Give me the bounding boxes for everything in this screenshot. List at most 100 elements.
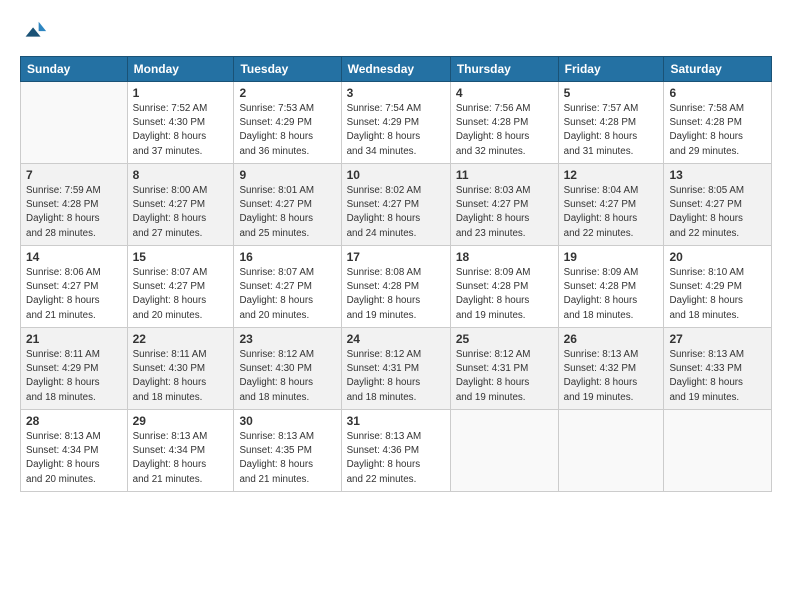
week-row-3: 21 Sunrise: 8:11 AMSunset: 4:29 PMDayligh… [21,328,772,410]
day-number: 27 [669,332,766,346]
day-cell: 7 Sunrise: 7:59 AMSunset: 4:28 PMDaylight… [21,164,128,246]
day-number: 29 [133,414,229,428]
col-header-saturday: Saturday [664,57,772,82]
day-info: Sunrise: 8:13 AMSunset: 4:36 PMDaylight:… [347,430,445,487]
col-header-sunday: Sunday [21,57,128,82]
day-number: 24 [347,332,445,346]
day-cell: 25 Sunrise: 8:12 AMSunset: 4:31 PMDayligh… [450,328,558,410]
day-info: Sunrise: 8:13 AMSunset: 4:35 PMDaylight:… [239,430,335,487]
col-header-wednesday: Wednesday [341,57,450,82]
day-info: Sunrise: 8:05 AMSunset: 4:27 PMDaylight:… [669,184,766,241]
day-info: Sunrise: 8:12 AMSunset: 4:31 PMDaylight:… [347,348,445,405]
day-number: 10 [347,168,445,182]
week-row-0: 1 Sunrise: 7:52 AMSunset: 4:30 PMDaylight… [21,82,772,164]
day-number: 17 [347,250,445,264]
day-info: Sunrise: 8:07 AMSunset: 4:27 PMDaylight:… [133,266,229,323]
day-cell: 4 Sunrise: 7:56 AMSunset: 4:28 PMDaylight… [450,82,558,164]
day-cell: 9 Sunrise: 8:01 AMSunset: 4:27 PMDaylight… [234,164,341,246]
day-info: Sunrise: 7:59 AMSunset: 4:28 PMDaylight:… [26,184,122,241]
day-cell: 21 Sunrise: 8:11 AMSunset: 4:29 PMDayligh… [21,328,128,410]
day-info: Sunrise: 8:02 AMSunset: 4:27 PMDaylight:… [347,184,445,241]
logo-icon [20,18,48,46]
day-number: 5 [564,86,659,100]
day-cell: 26 Sunrise: 8:13 AMSunset: 4:32 PMDayligh… [558,328,664,410]
day-number: 25 [456,332,553,346]
day-number: 7 [26,168,122,182]
day-number: 20 [669,250,766,264]
day-info: Sunrise: 7:54 AMSunset: 4:29 PMDaylight:… [347,102,445,159]
day-cell: 1 Sunrise: 7:52 AMSunset: 4:30 PMDaylight… [127,82,234,164]
day-info: Sunrise: 8:10 AMSunset: 4:29 PMDaylight:… [669,266,766,323]
day-cell: 31 Sunrise: 8:13 AMSunset: 4:36 PMDayligh… [341,410,450,492]
day-cell: 20 Sunrise: 8:10 AMSunset: 4:29 PMDayligh… [664,246,772,328]
day-number: 13 [669,168,766,182]
day-cell: 27 Sunrise: 8:13 AMSunset: 4:33 PMDayligh… [664,328,772,410]
day-info: Sunrise: 8:11 AMSunset: 4:29 PMDaylight:… [26,348,122,405]
day-cell: 10 Sunrise: 8:02 AMSunset: 4:27 PMDayligh… [341,164,450,246]
day-number: 31 [347,414,445,428]
day-cell: 17Sunrise: 8:08 AMSunset: 4:28 PMDayligh… [341,246,450,328]
day-cell: 5 Sunrise: 7:57 AMSunset: 4:28 PMDaylight… [558,82,664,164]
day-info: Sunrise: 8:13 AMSunset: 4:34 PMDaylight:… [26,430,122,487]
day-cell [21,82,128,164]
calendar-body: 1 Sunrise: 7:52 AMSunset: 4:30 PMDaylight… [21,82,772,492]
week-row-1: 7 Sunrise: 7:59 AMSunset: 4:28 PMDaylight… [21,164,772,246]
day-cell: 6Sunrise: 7:58 AMSunset: 4:28 PMDaylight… [664,82,772,164]
day-info: Sunrise: 7:56 AMSunset: 4:28 PMDaylight:… [456,102,553,159]
day-cell: 30 Sunrise: 8:13 AMSunset: 4:35 PMDayligh… [234,410,341,492]
day-number: 16 [239,250,335,264]
calendar-header-row: SundayMondayTuesdayWednesdayThursdayFrid… [21,57,772,82]
day-info: Sunrise: 8:01 AMSunset: 4:27 PMDaylight:… [239,184,335,241]
day-number: 4 [456,86,553,100]
day-info: Sunrise: 8:07 AMSunset: 4:27 PMDaylight:… [239,266,335,323]
day-cell: 3 Sunrise: 7:54 AMSunset: 4:29 PMDaylight… [341,82,450,164]
day-cell: 29 Sunrise: 8:13 AMSunset: 4:34 PMDayligh… [127,410,234,492]
day-cell: 28 Sunrise: 8:13 AMSunset: 4:34 PMDayligh… [21,410,128,492]
day-info: Sunrise: 8:03 AMSunset: 4:27 PMDaylight:… [456,184,553,241]
day-info: Sunrise: 8:13 AMSunset: 4:33 PMDaylight:… [669,348,766,405]
day-info: Sunrise: 7:52 AMSunset: 4:30 PMDaylight:… [133,102,229,159]
day-info: Sunrise: 8:12 AMSunset: 4:30 PMDaylight:… [239,348,335,405]
day-info: Sunrise: 8:13 AMSunset: 4:34 PMDaylight:… [133,430,229,487]
week-row-4: 28 Sunrise: 8:13 AMSunset: 4:34 PMDayligh… [21,410,772,492]
logo [20,18,52,46]
day-info: Sunrise: 8:13 AMSunset: 4:32 PMDaylight:… [564,348,659,405]
day-number: 11 [456,168,553,182]
day-info: Sunrise: 8:11 AMSunset: 4:30 PMDaylight:… [133,348,229,405]
day-cell [664,410,772,492]
day-cell: 16 Sunrise: 8:07 AMSunset: 4:27 PMDayligh… [234,246,341,328]
day-cell: 13 Sunrise: 8:05 AMSunset: 4:27 PMDayligh… [664,164,772,246]
day-info: Sunrise: 8:06 AMSunset: 4:27 PMDaylight:… [26,266,122,323]
day-cell: 19Sunrise: 8:09 AMSunset: 4:28 PMDayligh… [558,246,664,328]
day-info: Sunrise: 8:04 AMSunset: 4:27 PMDaylight:… [564,184,659,241]
day-cell [558,410,664,492]
day-cell: 14 Sunrise: 8:06 AMSunset: 4:27 PMDayligh… [21,246,128,328]
day-number: 14 [26,250,122,264]
day-number: 19 [564,250,659,264]
calendar-table: SundayMondayTuesdayWednesdayThursdayFrid… [20,56,772,492]
day-cell: 18Sunrise: 8:09 AMSunset: 4:28 PMDayligh… [450,246,558,328]
day-info: Sunrise: 8:12 AMSunset: 4:31 PMDaylight:… [456,348,553,405]
day-number: 1 [133,86,229,100]
day-info: Sunrise: 7:58 AMSunset: 4:28 PMDaylight:… [669,102,766,159]
day-cell: 2 Sunrise: 7:53 AMSunset: 4:29 PMDaylight… [234,82,341,164]
day-number: 23 [239,332,335,346]
col-header-monday: Monday [127,57,234,82]
day-info: Sunrise: 7:53 AMSunset: 4:29 PMDaylight:… [239,102,335,159]
day-number: 22 [133,332,229,346]
day-number: 26 [564,332,659,346]
day-number: 9 [239,168,335,182]
col-header-thursday: Thursday [450,57,558,82]
day-number: 3 [347,86,445,100]
day-number: 2 [239,86,335,100]
day-cell: 23 Sunrise: 8:12 AMSunset: 4:30 PMDayligh… [234,328,341,410]
day-number: 21 [26,332,122,346]
col-header-friday: Friday [558,57,664,82]
day-cell: 15 Sunrise: 8:07 AMSunset: 4:27 PMDayligh… [127,246,234,328]
day-info: Sunrise: 7:57 AMSunset: 4:28 PMDaylight:… [564,102,659,159]
day-cell: 22 Sunrise: 8:11 AMSunset: 4:30 PMDayligh… [127,328,234,410]
day-number: 28 [26,414,122,428]
day-number: 15 [133,250,229,264]
day-cell: 8Sunrise: 8:00 AMSunset: 4:27 PMDaylight… [127,164,234,246]
day-number: 30 [239,414,335,428]
